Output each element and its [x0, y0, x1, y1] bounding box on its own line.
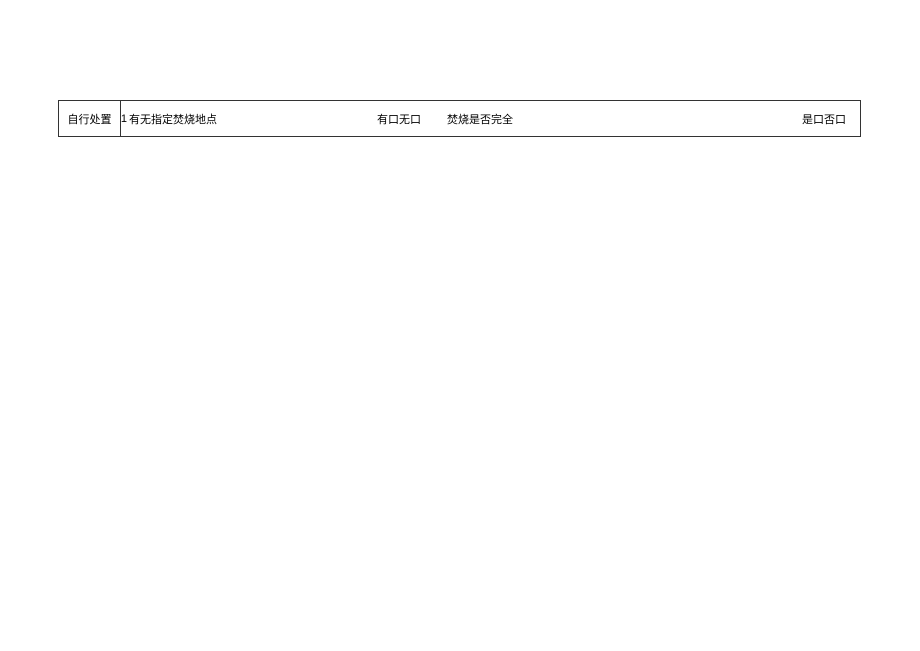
opt2-no-label: 否	[824, 114, 835, 126]
opt2-yes-label: 是	[802, 114, 813, 126]
row-header-label: 自行处置	[67, 114, 111, 126]
item-index: 1	[121, 113, 127, 125]
question-1: 有无指定焚烧地点	[129, 111, 217, 127]
checkbox-icon[interactable]: 口	[813, 114, 824, 126]
question-2: 焚烧是否完全	[447, 111, 513, 127]
form-table: 自行处置 1 有无指定焚烧地点 有口无口 焚烧是否完全 是口否口	[58, 100, 861, 137]
checkbox-icon[interactable]: 口	[388, 114, 399, 126]
checkbox-icon[interactable]: 口	[410, 114, 421, 126]
opt1-yes-label: 有	[377, 114, 388, 126]
page: 自行处置 1 有无指定焚烧地点 有口无口 焚烧是否完全 是口否口	[0, 0, 920, 651]
checkbox-icon[interactable]: 口	[835, 114, 846, 126]
options-2: 是口否口	[802, 111, 846, 127]
row-header-cell: 自行处置	[59, 101, 121, 137]
options-1: 有口无口	[377, 111, 421, 127]
row-content-inner: 1 有无指定焚烧地点 有口无口 焚烧是否完全 是口否口	[121, 111, 860, 127]
table-row: 自行处置 1 有无指定焚烧地点 有口无口 焚烧是否完全 是口否口	[59, 101, 861, 137]
opt1-no-label: 无	[399, 114, 410, 126]
row-content-cell: 1 有无指定焚烧地点 有口无口 焚烧是否完全 是口否口	[120, 101, 860, 137]
